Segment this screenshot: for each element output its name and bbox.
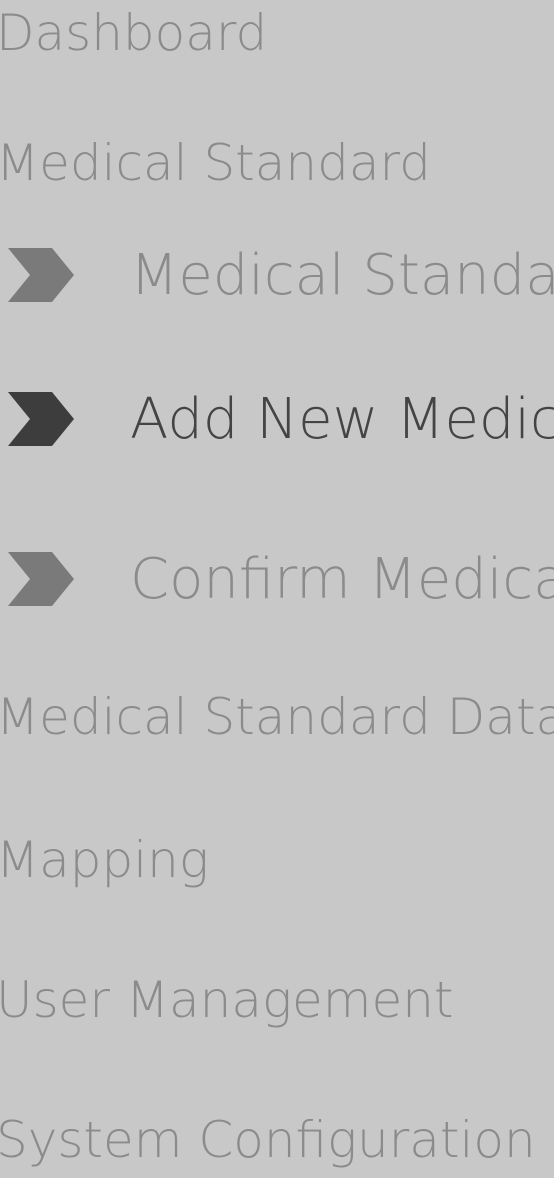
chevron-right-icon (6, 392, 76, 446)
nav-item-medical-standard-data[interactable]: Medical Standard Data (0, 662, 554, 772)
chevron-right-icon (6, 552, 76, 606)
subnav-item-label: Medical Standard (130, 242, 554, 308)
nav-item-dashboard[interactable]: Dashboard (0, 0, 267, 88)
nav-item-user-management[interactable]: User Management (0, 945, 454, 1055)
nav-item-label: System Configuration (0, 1111, 536, 1169)
nav-item-label: Medical Standard (0, 134, 431, 192)
subnav-item-label: Add New Medical (130, 386, 554, 452)
nav-item-medical-standard[interactable]: Medical Standard (0, 108, 431, 218)
nav-item-system-configuration[interactable]: System Configuration (0, 1085, 536, 1178)
subnav-item-add-new-medical[interactable]: Add New Medical (0, 364, 554, 474)
subnav-item-confirm-medical[interactable]: Confirm Medical S (0, 524, 554, 634)
nav-item-mapping[interactable]: Mapping (0, 805, 209, 915)
subnav-item-label: Confirm Medical S (130, 546, 554, 612)
nav-item-label: Mapping (0, 831, 209, 889)
chevron-right-icon (6, 248, 76, 302)
nav-item-label: User Management (0, 971, 454, 1029)
sidebar-menu: Dashboard Medical Standard Medical Stand… (0, 0, 554, 1178)
nav-item-label: Medical Standard Data (0, 688, 554, 746)
nav-item-label: Dashboard (0, 4, 268, 62)
subnav-item-medical-standard[interactable]: Medical Standard (0, 220, 554, 330)
